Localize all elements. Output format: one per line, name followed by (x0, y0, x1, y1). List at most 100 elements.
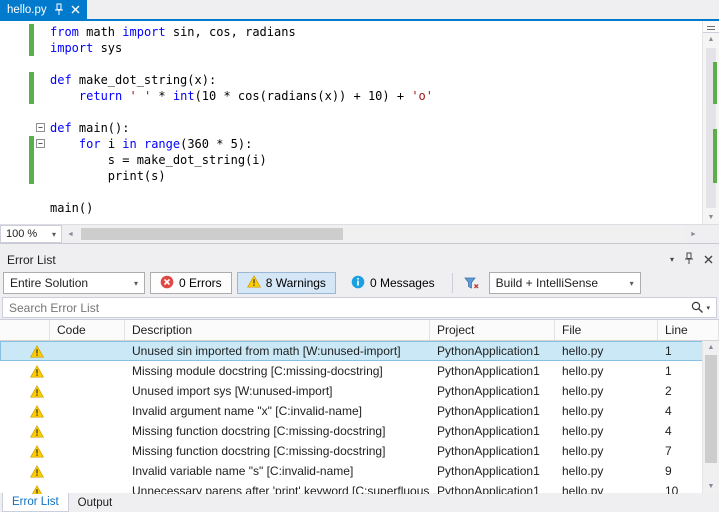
close-icon[interactable] (71, 5, 80, 14)
code-line[interactable] (0, 104, 702, 120)
cell-project: PythonApplication1 (437, 344, 540, 358)
warnings-label: 8 Warnings (265, 276, 326, 290)
scroll-right-icon[interactable]: ► (685, 225, 702, 243)
code-line[interactable]: import sys (0, 40, 702, 56)
error-list-row[interactable]: Invalid argument name "x" [C:invalid-nam… (0, 401, 719, 421)
column-header-description[interactable]: Description (125, 320, 430, 340)
error-list-panel: Error List ▾ Entire Solution ▾ 0 Errors … (0, 249, 719, 512)
code-line[interactable]: − def main(): (0, 120, 702, 136)
code-line[interactable]: from math import sin, cos, radians (0, 24, 702, 40)
warning-icon (0, 341, 50, 361)
scroll-left-icon[interactable]: ◄ (62, 225, 79, 243)
source-filter-dropdown[interactable]: Build + IntelliSense ▾ (488, 272, 641, 294)
panel-title: Error List (7, 252, 56, 267)
editor-gutter (0, 200, 50, 216)
error-list-row[interactable]: Invalid variable name "s" [C:invalid-nam… (0, 461, 719, 481)
cell-project: PythonApplication1 (437, 464, 540, 478)
warnings-filter-button[interactable]: 8 Warnings (236, 272, 336, 294)
scroll-up-icon[interactable]: ▲ (703, 341, 719, 354)
code-line-text: import sys (50, 41, 123, 55)
cell-description: Invalid variable name "s" [C:invalid-nam… (132, 464, 354, 478)
code-fold-collapse-icon[interactable]: − (36, 123, 45, 132)
tab-hello-py[interactable]: hello.py (0, 0, 87, 19)
scope-filter-dropdown[interactable]: Entire Solution ▾ (3, 272, 145, 294)
editor-gutter (0, 168, 50, 184)
scope-filter-value: Entire Solution (10, 276, 89, 290)
cell-file: hello.py (562, 424, 604, 438)
code-editor[interactable]: from math import sin, cos, radians import… (0, 21, 702, 224)
h-scrollbar-thumb[interactable] (81, 228, 343, 240)
chevron-down-icon: ▾ (706, 304, 710, 312)
source-filter-value: Build + IntelliSense (495, 276, 599, 290)
error-list-row[interactable]: Unused sin imported from math [W:unused-… (0, 341, 719, 361)
column-header-code[interactable]: Code (50, 320, 125, 340)
editor-gutter (0, 24, 50, 40)
panel-title-bar[interactable]: Error List ▾ (0, 249, 719, 270)
table-header[interactable]: Code Description Project File Line (0, 320, 719, 341)
editor-vertical-scrollbar[interactable]: ▲ ▼ (702, 21, 719, 224)
error-list-row[interactable]: Missing module docstring [C:missing-docs… (0, 361, 719, 381)
cell-description: Unused sin imported from math [W:unused-… (132, 344, 401, 358)
zoom-level: 100 % (6, 228, 38, 240)
editor-gutter (0, 40, 50, 56)
close-icon[interactable] (704, 253, 713, 267)
warning-icon (0, 481, 50, 494)
messages-filter-button[interactable]: 0 Messages (341, 272, 445, 294)
cell-description: Invalid argument name "x" [C:invalid-nam… (132, 404, 362, 418)
window-position-icon[interactable]: ▾ (670, 255, 674, 264)
code-fold-collapse-icon[interactable]: − (36, 139, 45, 148)
column-header-line[interactable]: Line (658, 320, 719, 340)
h-scrollbar-track[interactable] (79, 225, 685, 243)
code-line[interactable]: s = make_dot_string(i) (0, 152, 702, 168)
tab-error-list[interactable]: Error List (2, 493, 69, 512)
cell-project: PythonApplication1 (437, 444, 540, 458)
code-line[interactable] (0, 184, 702, 200)
cell-file: hello.py (562, 484, 604, 494)
pin-icon[interactable] (684, 252, 694, 268)
editor-gutter (0, 72, 50, 88)
cell-code (50, 341, 125, 361)
errors-filter-button[interactable]: 0 Errors (150, 272, 232, 294)
column-header-project[interactable]: Project (430, 320, 555, 340)
code-line[interactable]: def make_dot_string(x): (0, 72, 702, 88)
error-list-row[interactable]: Unused import sys [W:unused-import] Pytho… (0, 381, 719, 401)
column-header-file[interactable]: File (555, 320, 658, 340)
editor-gutter (0, 152, 50, 168)
code-line[interactable]: return ' ' * int(10 * cos(radians(x)) + … (0, 88, 702, 104)
panel-tab-strip: Error List Output (0, 493, 719, 512)
change-tracking-bar (29, 152, 34, 168)
code-line-text: print(s) (50, 169, 166, 183)
error-list-row[interactable]: Missing function docstring [C:missing-do… (0, 421, 719, 441)
code-line[interactable]: print(s) (0, 168, 702, 184)
info-icon (351, 275, 365, 292)
code-line-text: def main(): (50, 121, 130, 135)
zoom-control[interactable]: 100 % ▾ (0, 225, 62, 243)
code-line[interactable] (0, 56, 702, 72)
error-list-toolbar: Entire Solution ▾ 0 Errors 8 Warnings 0 (0, 270, 719, 296)
cell-file: hello.py (562, 384, 604, 398)
cell-project: PythonApplication1 (437, 404, 540, 418)
code-line-text: s = make_dot_string(i) (50, 153, 267, 167)
filter-icon[interactable] (460, 272, 484, 294)
search-input[interactable] (2, 297, 717, 318)
scrollbar-track[interactable] (703, 46, 719, 210)
scrollbar-thumb[interactable] (705, 355, 717, 463)
scroll-down-icon[interactable]: ▼ (703, 480, 719, 493)
change-tracking-bar (29, 40, 34, 56)
error-list-row[interactable]: Unnecessary parens after 'print' keyword… (0, 481, 719, 494)
column-header-severity[interactable] (0, 320, 50, 340)
chevron-down-icon: ▾ (133, 278, 138, 288)
error-list-row[interactable]: Missing function docstring [C:missing-do… (0, 441, 719, 461)
code-line[interactable]: main() (0, 200, 702, 216)
code-line[interactable]: − for i in range(360 * 5): (0, 136, 702, 152)
scroll-down-icon[interactable]: ▼ (703, 211, 719, 224)
scroll-up-icon[interactable]: ▲ (703, 33, 719, 46)
code-line-text: def make_dot_string(x): (50, 73, 217, 87)
cell-code (50, 381, 125, 401)
pin-icon[interactable] (54, 3, 64, 16)
document-tab-strip: hello.py (0, 0, 719, 21)
tab-output[interactable]: Output (69, 493, 122, 512)
split-window-handle[interactable] (703, 21, 719, 33)
error-list-scrollbar[interactable]: ▲ ▼ (702, 341, 719, 493)
search-icon[interactable]: ▾ (691, 301, 710, 314)
